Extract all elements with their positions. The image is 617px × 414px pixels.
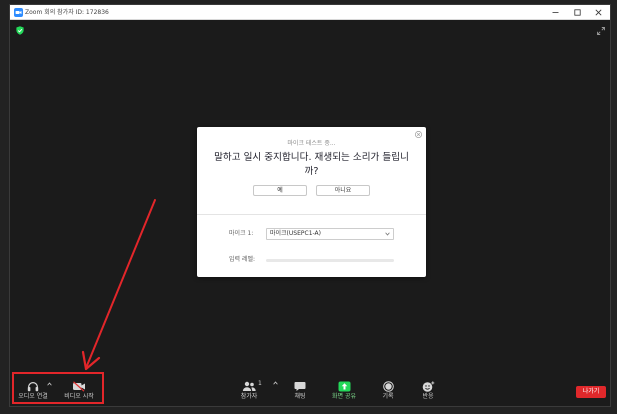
start-video-button[interactable]: 비디오 시작 [59, 379, 99, 406]
participants-button[interactable]: 참가자 [229, 379, 269, 406]
record-icon [382, 380, 394, 392]
microphone-selected-value: 마이크(USEPC1-A) [270, 230, 321, 237]
dialog-divider [197, 214, 426, 215]
minimize-icon [552, 12, 558, 13]
chevron-down-icon [385, 232, 390, 236]
start-video-label: 비디오 시작 [64, 393, 94, 400]
microphone-label: 마이크 1: [229, 230, 254, 237]
reactions-button[interactable]: 반응 [408, 379, 448, 406]
participants-label: 참가자 [240, 393, 258, 400]
chat-button[interactable]: 채팅 [280, 379, 320, 406]
mic-test-dialog: 마이크 테스트 중... 말하고 일시 중지합니다. 재생되는 소리가 들립니 … [197, 127, 426, 277]
reactions-label: 반응 [422, 393, 434, 400]
zoom-meeting-window: Zoom 회의 참가자 ID: 172836 마이크 테스트 중... 말하고 … [10, 5, 610, 406]
dialog-title: 마이크 테스트 중... [287, 140, 336, 147]
zoom-logo-icon [14, 8, 23, 17]
headphone-icon [27, 381, 39, 391]
title-bar: Zoom 회의 참가자 ID: 172836 [10, 5, 610, 20]
record-label: 기록 [382, 393, 394, 400]
share-screen-button[interactable]: 화면 공유 [324, 379, 364, 406]
maximize-icon [573, 9, 581, 16]
expand-icon[interactable] [597, 27, 605, 35]
participants-icon [242, 381, 256, 391]
chat-icon [294, 381, 306, 391]
close-button[interactable] [592, 5, 604, 20]
screenshot-root: Zoom 회의 참가자 ID: 172836 마이크 테스트 중... 말하고 … [0, 0, 617, 414]
input-level-meter [266, 259, 394, 262]
minimize-button[interactable] [549, 5, 561, 20]
shield-check-icon[interactable] [16, 26, 24, 35]
share-screen-icon [338, 381, 350, 391]
maximize-button[interactable] [571, 5, 583, 20]
window-title: Zoom 회의 참가자 ID: 172836 [25, 9, 109, 16]
audio-options-chevron-up-icon[interactable] [47, 382, 52, 386]
meeting-toolbar: 오디오 연결 비디오 시작 참가자 1 채팅 화면 공유 기록 반응 나가기 [10, 372, 610, 406]
reactions-icon [422, 380, 434, 392]
join-audio-label: 오디오 연결 [18, 393, 48, 400]
participants-count-badge: 1 [258, 380, 262, 387]
chat-label: 채팅 [294, 393, 306, 400]
microphone-select[interactable]: 마이크(USEPC1-A) [266, 228, 394, 240]
dialog-close-icon[interactable] [415, 131, 422, 138]
record-button[interactable]: 기록 [368, 379, 408, 406]
yes-button[interactable]: 예 [253, 185, 307, 196]
meeting-area: 마이크 테스트 중... 말하고 일시 중지합니다. 재생되는 소리가 들립니 … [10, 20, 610, 406]
video-off-icon [73, 380, 85, 392]
leave-meeting-button[interactable]: 나가기 [576, 386, 606, 398]
close-icon [595, 9, 601, 16]
participants-options-chevron-up-icon[interactable] [273, 381, 278, 385]
no-button[interactable]: 아니요 [316, 185, 370, 196]
input-level-label: 입력 레벨: [229, 256, 256, 263]
dialog-question-line-2: 까? [304, 166, 319, 177]
share-screen-label: 화면 공유 [332, 393, 356, 400]
dialog-question-line-1: 말하고 일시 중지합니다. 재생되는 소리가 들립니 [214, 152, 409, 163]
